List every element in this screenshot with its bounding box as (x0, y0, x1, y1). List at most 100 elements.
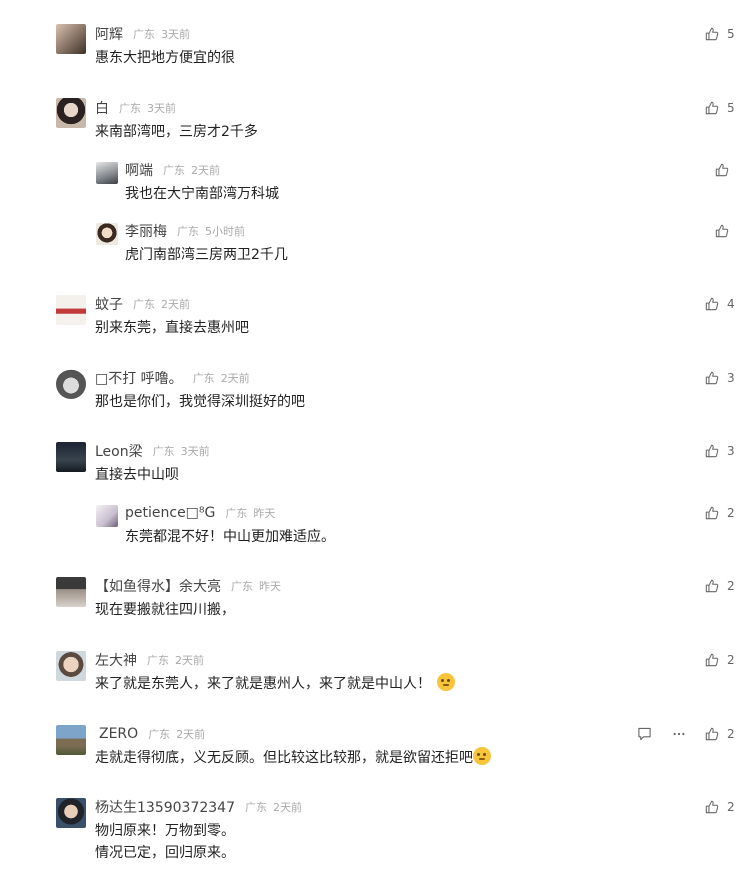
region: 广东 (225, 507, 248, 520)
avatar[interactable] (56, 577, 86, 607)
region: 广东 (152, 445, 175, 458)
comment-text: 来南部湾吧，三房才2千多 (95, 124, 258, 140)
thumbs-up-icon (705, 101, 719, 115)
like-button[interactable] (715, 160, 729, 180)
thumbs-up-icon (705, 579, 719, 593)
comment-text: 来了就是东莞人，来了就是惠州人，来了就是中山人！ (95, 673, 455, 696)
comment-meta: 广东 3天前 (119, 100, 176, 116)
comment-text: 我也在大宁南部湾万科城 (125, 186, 279, 202)
thumbs-up-icon (705, 800, 719, 814)
region: 广东 (163, 164, 185, 177)
timestamp: 2天前 (175, 654, 204, 667)
like-button[interactable]: 2 (705, 650, 735, 670)
username[interactable]: ZERO (99, 726, 138, 742)
like-count: 5 (727, 27, 735, 41)
comment-text: 现在要搬就往四川搬， (95, 602, 235, 618)
comment-text: 走就走得彻底，义无反顾。但比较这比较那，就是欲留还拒吧 (95, 747, 491, 770)
comment-meta: 广东 2天前 (245, 799, 302, 815)
like-count: 2 (727, 653, 735, 667)
avatar[interactable] (56, 369, 86, 399)
like-count: 2 (727, 800, 735, 814)
avatar[interactable] (56, 24, 86, 54)
username[interactable]: 蚊子 (95, 294, 123, 314)
like-button[interactable]: 5 (705, 98, 735, 118)
comment-meta: 广东 昨天 (225, 505, 275, 521)
username[interactable]: 【如鱼得水】余大亮 (95, 576, 221, 596)
comment-meta: 广东 2天前 (133, 296, 190, 312)
username[interactable]: 啊端 (125, 160, 153, 180)
username[interactable]: □不打 呼噜。 (95, 368, 183, 388)
avatar[interactable] (56, 295, 86, 325)
avatar[interactable] (56, 651, 86, 681)
comment-text: 别来东莞，直接去惠州吧 (95, 320, 249, 336)
thumbs-up-icon (705, 444, 719, 458)
region: 广东 (119, 102, 141, 115)
comment-text: 惠东大把地方便宜的很 (95, 50, 235, 66)
like-button[interactable]: 3 (705, 441, 735, 461)
avatar[interactable] (96, 505, 118, 527)
timestamp: 3天前 (147, 102, 176, 115)
comment-meta: 广东 3天前 (153, 443, 210, 459)
username[interactable]: 左大神 (95, 650, 137, 670)
like-count: 4 (727, 297, 735, 311)
username[interactable]: 李丽梅 (125, 221, 167, 241)
timestamp: 2天前 (176, 728, 206, 741)
comment-text: 物归原来！万物到零。 (95, 823, 235, 839)
username[interactable]: 阿辉 (95, 24, 123, 44)
timestamp: 昨天 (253, 507, 276, 520)
avatar[interactable] (56, 442, 86, 472)
timestamp: 2天前 (161, 298, 190, 311)
comment-meta: 广东 3天前 (133, 26, 190, 42)
like-count: 5 (727, 101, 735, 115)
username[interactable]: 杨达生13590372347 (95, 797, 235, 817)
thumbs-up-icon (705, 27, 719, 41)
region: 广东 (148, 728, 171, 741)
like-button[interactable]: 4 (705, 294, 735, 314)
avatar[interactable] (96, 162, 118, 184)
comment-icon[interactable] (637, 727, 652, 741)
region: 广东 (231, 580, 253, 593)
region: 广东 (192, 372, 215, 385)
like-button[interactable]: 2 (705, 797, 735, 817)
comment-meta: 广东 2天前 (147, 652, 204, 668)
like-count: 3 (727, 371, 735, 385)
username[interactable]: Leon梁 (95, 441, 143, 461)
comment-meta: 广东 5小时前 (177, 223, 245, 239)
like-count: 2 (727, 579, 735, 593)
timestamp: 3天前 (180, 445, 210, 458)
like-button[interactable]: 2 (705, 503, 735, 523)
thumbs-up-icon (705, 371, 719, 385)
avatar[interactable] (56, 98, 86, 128)
timestamp: 3天前 (161, 28, 190, 41)
thumbs-up-icon (705, 506, 719, 520)
username[interactable]: 白 (95, 98, 109, 118)
like-button[interactable] (715, 221, 729, 241)
thumbs-up-icon (705, 297, 719, 311)
avatar[interactable] (96, 223, 118, 245)
region: 广东 (244, 801, 267, 814)
thumbs-up-icon (705, 727, 719, 741)
region: 广东 (147, 654, 169, 667)
thumbs-up-icon (715, 224, 729, 238)
like-button[interactable]: 5 (705, 24, 735, 44)
avatar[interactable] (56, 798, 86, 828)
region: 广东 (177, 225, 199, 238)
like-button[interactable]: 3 (705, 368, 735, 388)
timestamp: 2天前 (272, 801, 302, 814)
more-dots-icon[interactable] (672, 727, 686, 741)
timestamp: 2天前 (191, 164, 220, 177)
avatar[interactable] (56, 725, 86, 755)
comment-text: 东莞都混不好！中山更加难适应。 (125, 529, 335, 545)
comment-meta: 广东 2天前 (163, 162, 220, 178)
like-button[interactable]: 2 (705, 724, 735, 744)
timestamp: 5小时前 (205, 225, 245, 238)
username[interactable]: petience□⁸G (125, 505, 215, 521)
region: 广东 (133, 28, 155, 41)
comment-text: 情况已定，回归原来。 (95, 845, 235, 861)
comment-text: 直接去中山呗 (95, 467, 179, 483)
comment-text: 虎门南部湾三房两卫2千几 (125, 247, 288, 263)
like-button[interactable]: 2 (705, 576, 735, 596)
timestamp: 昨天 (259, 580, 281, 593)
comment-meta: 广东 昨天 (231, 578, 281, 594)
comment-meta: 广东 2天前 (193, 370, 250, 386)
